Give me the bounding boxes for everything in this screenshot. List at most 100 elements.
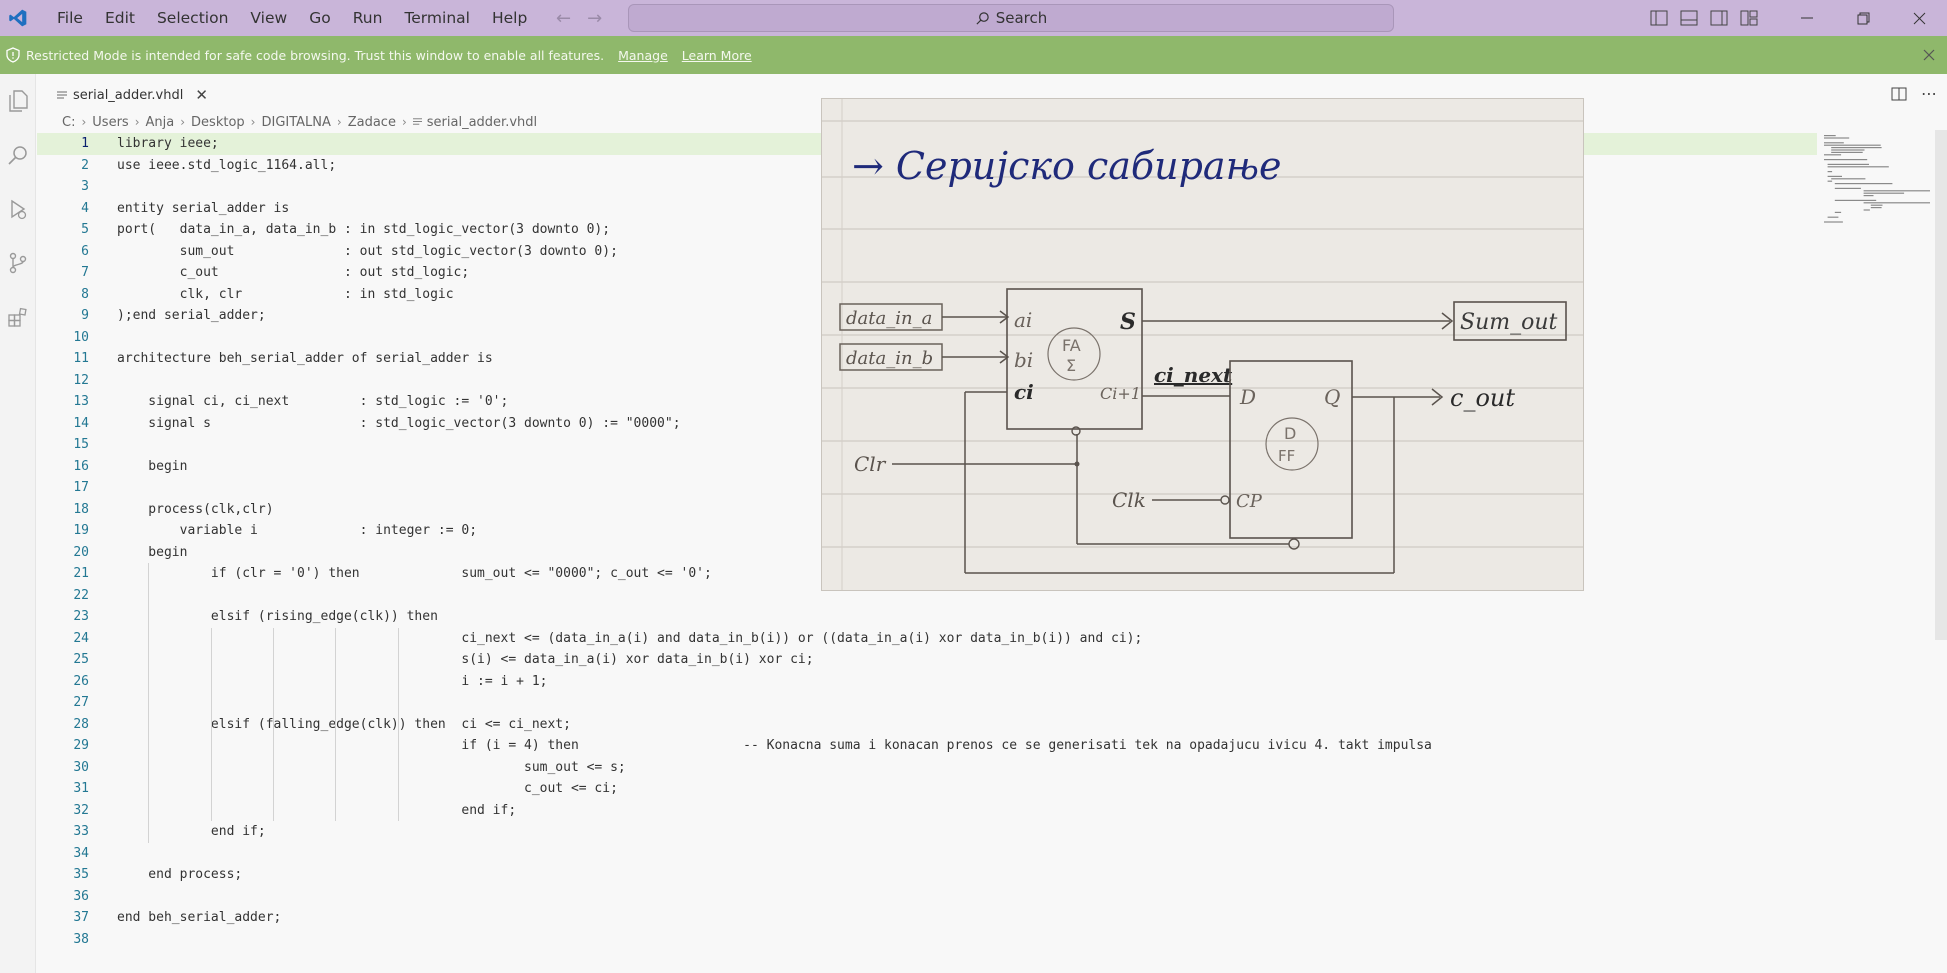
breadcrumb-separator-icon: ›: [401, 115, 407, 129]
code-text: );end serial_adder;: [117, 308, 266, 323]
breadcrumb-item[interactable]: Users: [92, 115, 128, 130]
run-debug-icon[interactable]: [0, 182, 36, 236]
manage-link[interactable]: Manage: [618, 48, 668, 63]
source-control-icon[interactable]: [0, 236, 36, 290]
code-line[interactable]: 37 end beh_serial_adder;: [37, 907, 1817, 929]
banner-message: Restricted Mode is intended for safe cod…: [26, 47, 605, 63]
banner-close-icon[interactable]: [1919, 45, 1939, 65]
code-line[interactable]: 33 end if;: [37, 821, 1817, 843]
search-icon: [976, 11, 989, 25]
minimap-line: [1863, 192, 1905, 194]
code-line[interactable]: 34: [37, 843, 1817, 865]
breadcrumb-item[interactable]: DIGITALNA: [261, 115, 330, 130]
back-arrow-icon[interactable]: ←: [556, 8, 571, 29]
hand-drawn-diagram-image: → Серијско сабирање data_in_a data_in_b …: [821, 98, 1584, 591]
more-actions-icon[interactable]: ⋯: [1921, 84, 1937, 103]
code-line[interactable]: 36: [37, 886, 1817, 908]
code-line[interactable]: 26 i := i + 1;: [37, 671, 1817, 693]
line-number: 37: [73, 910, 89, 925]
minimap-line: [1863, 190, 1942, 192]
menu-item-terminal[interactable]: Terminal: [393, 0, 481, 36]
breadcrumb-item[interactable]: Zadace: [348, 115, 396, 130]
command-center-search[interactable]: Search: [628, 4, 1394, 32]
code-line[interactable]: 30 sum_out <= s;: [37, 757, 1817, 779]
menu-item-selection[interactable]: Selection: [146, 0, 239, 36]
restore-button[interactable]: [1835, 0, 1891, 36]
customize-layout-icon[interactable]: [1740, 10, 1758, 26]
toggle-primary-sidebar-icon[interactable]: [1650, 10, 1668, 26]
breadcrumb-item[interactable]: Anja: [146, 115, 175, 130]
breadcrumb-item[interactable]: Desktop: [191, 115, 245, 130]
file-lines-icon: [412, 115, 422, 130]
line-number: 18: [73, 501, 89, 517]
sketch-d: D: [1239, 385, 1256, 409]
minimap-line: [1827, 163, 1869, 165]
code-line[interactable]: 23 elsif (rising_edge(clk)) then: [37, 606, 1817, 628]
sketch-ci1: Ci+1: [1100, 384, 1141, 403]
breadcrumb-item[interactable]: serial_adder.vhdl: [427, 115, 537, 130]
sketch-bi: bi: [1014, 348, 1033, 372]
code-text: process(clk,clr): [117, 501, 274, 517]
line-number: 32: [73, 802, 89, 818]
sketch-ai: ai: [1014, 308, 1032, 332]
code-line[interactable]: 27: [37, 692, 1817, 714]
code-text: end beh_serial_adder;: [117, 910, 282, 925]
close-window-button[interactable]: [1891, 0, 1947, 36]
code-text: entity serial_adder is: [117, 200, 290, 216]
extensions-icon[interactable]: [0, 290, 36, 344]
breadcrumb-separator-icon: ›: [134, 115, 140, 129]
search-label: Search: [995, 9, 1048, 27]
line-number: 8: [81, 286, 89, 302]
sketch-in-b: data_in_b: [846, 348, 933, 369]
minimap-line: [1870, 207, 1882, 209]
code-text: variable i : integer := 0;: [117, 523, 478, 538]
code-line[interactable]: 24 ci_next <= (data_in_a(i) and data_in_…: [37, 628, 1817, 650]
menu-item-go[interactable]: Go: [298, 0, 342, 36]
line-number: 2: [81, 157, 89, 173]
code-line[interactable]: 32 end if;: [37, 800, 1817, 822]
minimap-line: [1824, 159, 1868, 161]
line-number: 34: [73, 845, 89, 861]
code-text: architecture beh_serial_adder of serial_…: [117, 351, 493, 366]
menu-item-help[interactable]: Help: [481, 0, 538, 36]
line-number: 6: [81, 243, 89, 259]
line-number: 15: [73, 437, 89, 452]
menu-item-edit[interactable]: Edit: [94, 0, 146, 36]
line-number: 21: [73, 566, 89, 581]
split-editor-icon[interactable]: [1891, 87, 1907, 101]
breadcrumb-item[interactable]: C:: [62, 115, 75, 130]
code-text: elsif (rising_edge(clk)) then: [117, 609, 438, 624]
line-number: 4: [81, 200, 89, 216]
sketch-sigma: Σ: [1066, 356, 1076, 375]
minimize-button[interactable]: [1779, 0, 1835, 36]
menu-item-run[interactable]: Run: [342, 0, 394, 36]
tab-close-icon[interactable]: ✕: [195, 86, 208, 104]
toggle-panel-icon[interactable]: [1680, 10, 1698, 26]
code-line[interactable]: 28 elsif (falling_edge(clk)) then ci <= …: [37, 714, 1817, 736]
vertical-scrollbar[interactable]: [1935, 130, 1947, 640]
search-view-icon[interactable]: [0, 128, 36, 182]
menu-item-file[interactable]: File: [46, 0, 94, 36]
breadcrumb: C: › Users › Anja › Desktop › DIGITALNA › Zadace › s…: [62, 112, 537, 132]
explorer-icon[interactable]: [0, 74, 36, 128]
code-line[interactable]: 38: [37, 929, 1817, 951]
sketch-clk: Clk: [1112, 488, 1146, 512]
menu-item-view[interactable]: View: [239, 0, 298, 36]
minimap[interactable]: [1820, 133, 1947, 233]
sketch-dff-d: D: [1284, 424, 1296, 443]
forward-arrow-icon[interactable]: →: [587, 8, 602, 29]
code-line[interactable]: 29 if (i = 4) then -- Konacna suma i kon…: [37, 735, 1817, 757]
minimap-line: [1824, 221, 1843, 223]
code-text: begin: [117, 458, 188, 474]
learn-more-link[interactable]: Learn More: [682, 48, 752, 63]
navigation-arrows: ← →: [556, 0, 602, 36]
code-line[interactable]: 25 s(i) <= data_in_a(i) xor data_in_b(i)…: [37, 649, 1817, 671]
toggle-secondary-sidebar-icon[interactable]: [1710, 10, 1728, 26]
tab-serial-adder[interactable]: serial_adder.vhdl ✕: [57, 82, 208, 108]
code-line[interactable]: 35 end process;: [37, 864, 1817, 886]
line-number: 17: [73, 480, 89, 495]
line-number: 33: [73, 824, 89, 839]
code-line[interactable]: 31 c_out <= ci;: [37, 778, 1817, 800]
sketch-s: S: [1120, 309, 1136, 335]
minimap-line: [1827, 216, 1839, 218]
